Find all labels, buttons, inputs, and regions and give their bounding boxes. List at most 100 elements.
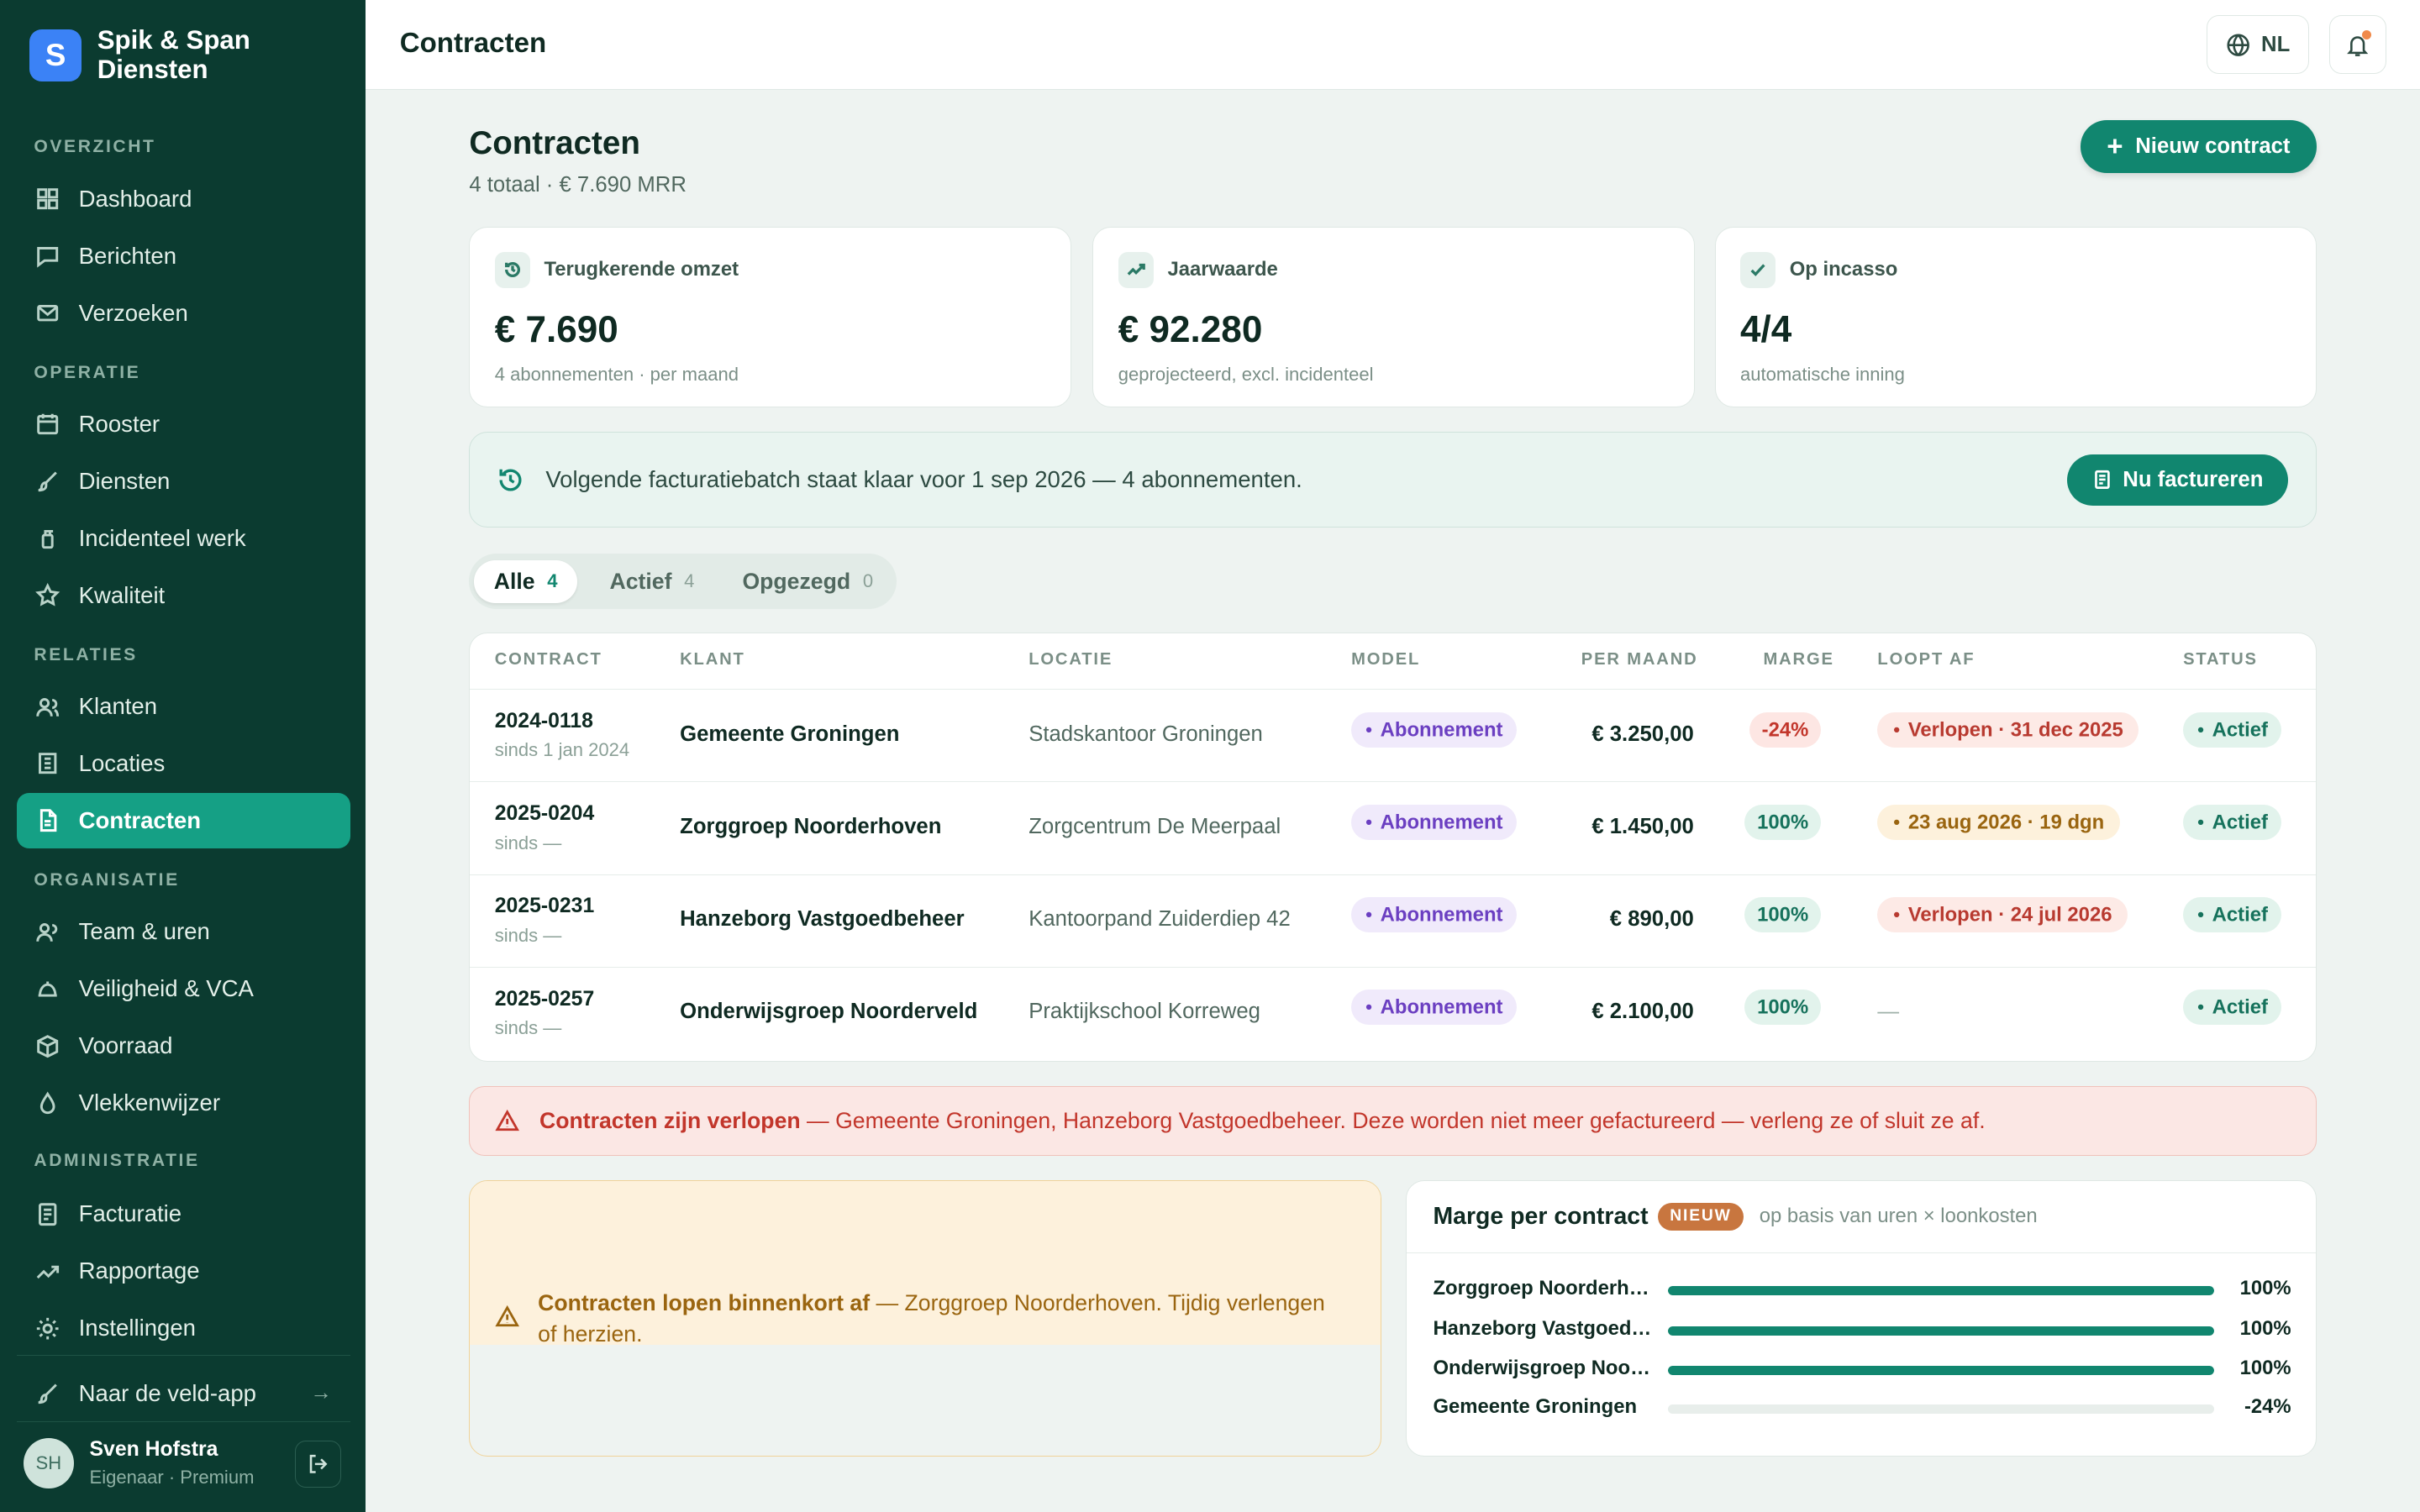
tab-count: 0 [862,570,874,592]
sidebar-item-label: Klanten [78,693,158,720]
sidebar-item-voorraad[interactable]: Voorraad [17,1018,350,1074]
sidebar-item-klanten[interactable]: Klanten [17,679,350,734]
sidebar-item-locaties[interactable]: Locaties [17,736,350,791]
monthly-amount: € 2.100,00 [1591,1000,1694,1024]
billing-batch-banner: Volgende facturatiebatch staat klaar voo… [469,432,2317,528]
calendar-icon [35,412,60,436]
sidebar-item-team-uren[interactable]: Team & uren [17,904,350,959]
trend-icon [1118,252,1154,288]
model-badge: Abonnement [1351,805,1517,840]
sidebar-item-label: Instellingen [78,1315,197,1341]
tab-opgezegd[interactable]: Opgezegd 0 [723,560,893,603]
sidebar-item-verzoeken[interactable]: Verzoeken [17,286,350,341]
sidebar-item-contracten[interactable]: Contracten [17,793,350,849]
sidebar-item-berichten[interactable]: Berichten [17,228,350,284]
logout-icon [309,1455,328,1473]
sidebar-item-label: Incidenteel werk [78,524,246,551]
client-name[interactable]: Zorggroep Noorderhoven [680,815,941,839]
margin-badge: 100% [1744,897,1821,932]
expiring-alert-text: Contracten lopen binnenkort af — Zorggro… [538,1288,1340,1349]
client-name[interactable]: Hanzeborg Vastgoedbeheer [680,907,965,932]
tab-count: 4 [684,570,695,592]
invoice-now-button[interactable]: Nu factureren [2067,454,2288,506]
sidebar-item-incidenteel-werk[interactable]: Incidenteel werk [17,511,350,566]
margin-card-note: op basis van uren × loonkosten [1759,1205,2038,1228]
contract-id[interactable]: 2025-0257 [495,988,595,1011]
arrow-right-icon: → [310,1381,332,1405]
expiry-badge: Verlopen · 31 dec 2025 [1877,711,2139,748]
table-row[interactable]: 2025-0257 sinds — Onderwijsgroep Noorder… [470,966,2316,1059]
sidebar-divider [17,1420,350,1423]
status-badge: Actief [2183,711,2282,748]
notifications-button[interactable] [2328,15,2386,75]
box-icon [35,1034,60,1058]
tab-actief[interactable]: Actief 4 [590,560,715,603]
sidebar-item-rapportage[interactable]: Rapportage [17,1243,350,1299]
user-role: Eigenaar · Premium [89,1466,255,1488]
language-button[interactable]: NL [2207,15,2309,75]
stat-sub: automatische inning [1739,363,1905,385]
margin-row-name: Onderwijsgroep Noorderveld [1433,1357,1654,1380]
new-contract-button[interactable]: + Nieuw contract [2080,120,2317,173]
margin-row-value: 100% [2239,1357,2291,1380]
sidebar-item-kwaliteit[interactable]: Kwaliteit [17,568,350,623]
location-name: Zorgcentrum De Meerpaal [1028,814,1281,838]
column-header[interactable]: LOCATIE [1028,650,1113,669]
user-name: Sven Hofstra [89,1438,218,1462]
field-app-label: Naar de veld-app [78,1379,256,1406]
warning-icon [495,1305,519,1327]
sidebar-item-vlekkenwijzer[interactable]: Vlekkenwijzer [17,1075,350,1131]
expired-alert: Contracten zijn verlopen — Gemeente Gron… [469,1086,2317,1156]
logout-button[interactable] [294,1441,341,1488]
table-row[interactable]: 2024-0118 sinds 1 jan 2024 Gemeente Gron… [470,689,2316,781]
sidebar-item-label: Berichten [78,242,177,269]
margin-badge: -24% [1749,711,1822,748]
language-label: NL [2261,32,2291,56]
margin-badge: 100% [1744,990,1821,1026]
field-app-link[interactable]: Naar de veld-app → [17,1365,350,1420]
nav-section-administratie: ADMINISTRATIE [34,1151,200,1171]
contract-id[interactable]: 2025-0231 [495,895,595,918]
users-icon [35,695,60,719]
sidebar-item-label: Contracten [78,807,202,834]
column-header[interactable]: STATUS [2183,650,2258,669]
table-row[interactable]: 2025-0204 sinds — Zorggroep Noorderhoven… [470,781,2316,874]
sidebar-item-veiligheid[interactable]: Veiligheid & VCA [17,961,350,1016]
column-header[interactable]: PER MAAND [1581,650,1698,669]
sidebar-item-diensten[interactable]: Diensten [17,454,350,509]
trend-icon [35,1259,60,1284]
client-name[interactable]: Gemeente Groningen [680,722,899,747]
mail-icon [35,301,60,325]
location-name: Kantoorpand Zuiderdiep 42 [1028,907,1291,932]
sidebar-item-rooster[interactable]: Rooster [17,396,350,452]
sidebar-item-label: Verzoeken [78,299,188,326]
helmet-icon [35,977,60,1001]
column-header[interactable]: MODEL [1351,650,1420,669]
column-header[interactable]: MARGE [1763,650,1833,669]
column-header[interactable]: KLANT [680,650,745,669]
contract-id[interactable]: 2025-0204 [495,802,595,826]
column-header[interactable]: LOOPT AF [1877,650,1975,669]
contract-id[interactable]: 2024-0118 [495,710,629,733]
margin-row: Gemeente Groningen -24% [1433,1395,2291,1423]
stat-value: 4/4 [1739,309,1792,351]
sidebar-item-dashboard[interactable]: Dashboard [17,171,350,227]
margin-bar [1667,1404,2214,1415]
history-icon [499,469,522,491]
column-header[interactable]: CONTRACT [495,650,602,669]
table-row[interactable]: 2025-0231 sinds — Hanzeborg Vastgoedbehe… [470,874,2316,967]
notification-dot [2362,29,2372,39]
brand[interactable]: S Spik & Span Diensten [29,25,250,85]
user-profile[interactable]: SH Sven Hofstra Eigenaar · Premium [23,1437,348,1489]
sidebar: S Spik & Span Diensten OVERZICHT Dashboa… [0,0,366,1512]
globe-icon [2227,34,2249,56]
sidebar-item-facturatie[interactable]: Facturatie [17,1186,350,1242]
margin-bar [1667,1326,2214,1336]
sidebar-item-instellingen[interactable]: Instellingen [17,1300,350,1356]
topbar-title: Contracten [399,28,547,60]
sidebar-item-label: Team & uren [78,918,210,945]
tab-alle[interactable]: Alle 4 [473,559,578,604]
client-name[interactable]: Onderwijsgroep Noorderveld [680,1000,977,1024]
stat-value: € 92.280 [1118,309,1263,351]
message-icon [35,244,60,268]
